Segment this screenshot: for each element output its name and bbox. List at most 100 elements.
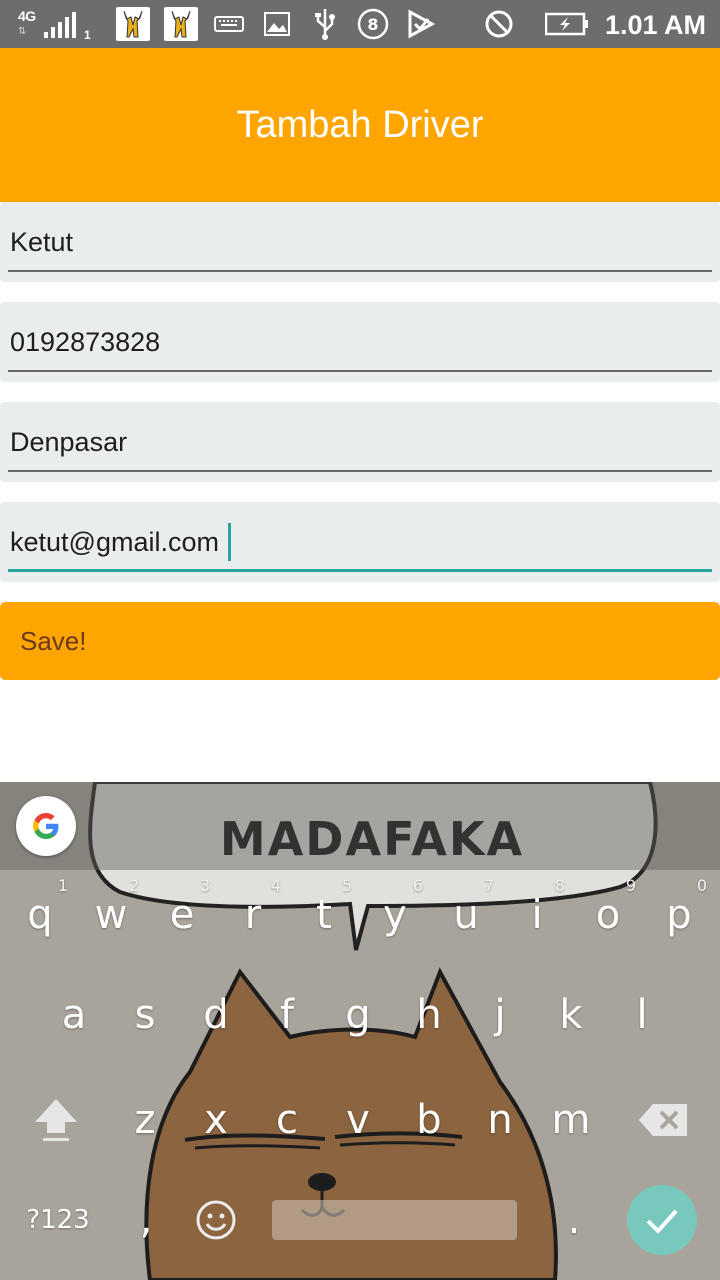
- key-hint: 2: [128, 876, 139, 895]
- key-label: b: [416, 1097, 442, 1143]
- key[interactable]: r4: [217, 870, 289, 960]
- key[interactable]: f: [251, 970, 323, 1060]
- key[interactable]: x: [180, 1075, 252, 1165]
- network-type: 4G: [18, 8, 36, 24]
- driver-city-field: [0, 402, 720, 482]
- key[interactable]: a: [38, 970, 110, 1060]
- play-store-icon: [404, 0, 438, 48]
- spacebar[interactable]: [272, 1200, 517, 1240]
- key-label: d: [203, 992, 229, 1038]
- field-underline: [8, 270, 712, 272]
- key[interactable]: e3: [146, 870, 218, 960]
- app-deer-icon: [116, 7, 150, 41]
- key[interactable]: m: [535, 1075, 607, 1165]
- key[interactable]: b: [393, 1075, 465, 1165]
- key-label: m: [551, 1097, 591, 1143]
- key-label: o: [595, 892, 621, 938]
- key-label: w: [94, 892, 128, 938]
- page-title: Tambah Driver: [236, 103, 484, 146]
- key-label: a: [61, 992, 87, 1038]
- key[interactable]: g: [322, 970, 394, 1060]
- backspace-key[interactable]: [627, 1075, 699, 1165]
- app-deer-icon: [164, 7, 198, 41]
- key[interactable]: l: [606, 970, 678, 1060]
- key-label: q: [27, 892, 53, 938]
- key-label: u: [453, 892, 479, 938]
- key[interactable]: i8: [501, 870, 573, 960]
- emoji-key[interactable]: [180, 1175, 252, 1265]
- driver-email-field: [0, 502, 720, 582]
- key-hint: 8: [554, 876, 565, 895]
- key-label: r: [244, 892, 262, 938]
- key-label: g: [345, 992, 371, 1038]
- key[interactable]: u7: [430, 870, 502, 960]
- svg-text:8: 8: [367, 15, 378, 34]
- text-cursor: [228, 523, 231, 561]
- key-label: p: [666, 892, 692, 938]
- key[interactable]: k: [535, 970, 607, 1060]
- app-bar: Tambah Driver: [0, 48, 720, 202]
- key[interactable]: h: [393, 970, 465, 1060]
- status-bar: 4G ⇅ 1 8 1.01 AM: [0, 0, 720, 48]
- key[interactable]: p0: [643, 870, 715, 960]
- key-hint: 1: [57, 876, 68, 895]
- battery-charging-icon: [544, 0, 590, 48]
- key[interactable]: s: [109, 970, 181, 1060]
- key-label: l: [636, 992, 648, 1038]
- key-label: v: [346, 1097, 370, 1143]
- period-key[interactable]: .: [538, 1175, 610, 1265]
- key[interactable]: j: [464, 970, 536, 1060]
- key-label: k: [559, 992, 583, 1038]
- enter-key[interactable]: [627, 1185, 697, 1255]
- save-button[interactable]: Save!: [0, 602, 720, 680]
- image-icon: [262, 0, 292, 48]
- key-hint: 4: [270, 876, 281, 895]
- key[interactable]: d: [180, 970, 252, 1060]
- signal-icon: [44, 12, 78, 38]
- key[interactable]: q1: [4, 870, 76, 960]
- shift-icon: [35, 1099, 77, 1141]
- suggestion-strip: [0, 782, 720, 870]
- key[interactable]: n: [464, 1075, 536, 1165]
- key[interactable]: w2: [75, 870, 147, 960]
- google-search-button[interactable]: [16, 796, 76, 856]
- key-label: f: [279, 992, 295, 1038]
- do-not-disturb-icon: [482, 0, 516, 48]
- key-label: t: [316, 892, 332, 938]
- check-icon: [646, 1209, 678, 1234]
- key-label: j: [494, 992, 506, 1038]
- key-hint: 5: [341, 876, 352, 895]
- key[interactable]: v: [322, 1075, 394, 1165]
- google-g-icon: [33, 813, 59, 839]
- key-label: y: [383, 892, 407, 938]
- key-label: i: [531, 892, 543, 938]
- soft-keyboard: MADAFAKA ?123 , . q1w2 e 3 r 4 t 5 y 6 u…: [0, 782, 720, 1280]
- key-label: c: [276, 1097, 298, 1143]
- shift-key[interactable]: [20, 1075, 92, 1165]
- key-hint: 7: [483, 876, 494, 895]
- field-underline: [8, 569, 712, 572]
- key[interactable]: y6: [359, 870, 431, 960]
- key[interactable]: c: [251, 1075, 323, 1165]
- key-label: h: [416, 992, 442, 1038]
- key-hint: 3: [199, 876, 210, 895]
- usb-icon: [310, 0, 340, 48]
- symbols-key[interactable]: ?123: [18, 1175, 98, 1265]
- key-label: x: [204, 1097, 228, 1143]
- emoji-icon: [196, 1200, 236, 1240]
- driver-phone-field: [0, 302, 720, 382]
- key-label: z: [134, 1097, 156, 1143]
- key-hint: 0: [696, 876, 707, 895]
- key-hint: 6: [412, 876, 423, 895]
- key[interactable]: o9: [572, 870, 644, 960]
- key-hint: 9: [625, 876, 636, 895]
- key[interactable]: z: [109, 1075, 181, 1165]
- clock: 1.01 AM: [604, 10, 706, 40]
- key-label: s: [134, 992, 156, 1038]
- backspace-icon: [639, 1104, 687, 1136]
- key-label: e: [169, 892, 195, 938]
- key[interactable]: t5: [288, 870, 360, 960]
- driver-name-field: [0, 202, 720, 282]
- notification-8-icon: 8: [355, 0, 391, 48]
- comma-key[interactable]: ,: [110, 1175, 182, 1265]
